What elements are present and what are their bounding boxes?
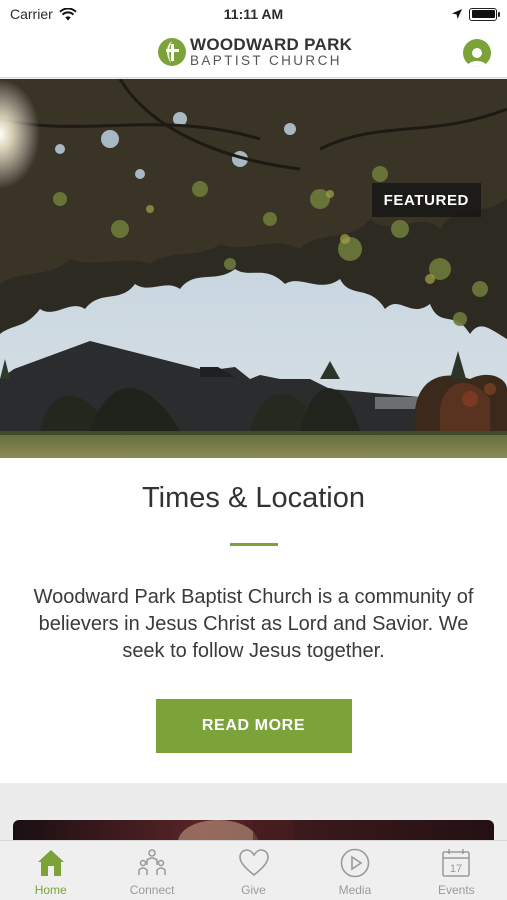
card-title: Times & Location bbox=[142, 482, 365, 514]
tab-events[interactable]: 17 Events bbox=[406, 841, 507, 900]
tab-give[interactable]: Give bbox=[203, 841, 304, 900]
profile-button[interactable] bbox=[463, 39, 491, 67]
tab-home-label: Home bbox=[34, 883, 67, 897]
status-right bbox=[451, 7, 500, 21]
user-icon bbox=[467, 48, 487, 67]
tab-media[interactable]: Media bbox=[304, 841, 405, 900]
play-icon bbox=[340, 848, 370, 878]
logo-subtitle: BAPTIST CHURCH bbox=[190, 53, 342, 68]
battery-level bbox=[471, 10, 495, 18]
app-screen: Carrier 11:11 AM WOODWARD PARK BAPTIST C… bbox=[0, 0, 507, 900]
cross-leaf-logo-icon bbox=[158, 37, 186, 66]
tab-events-label: Events bbox=[437, 883, 475, 897]
card-description: Woodward Park Baptist Church is a commun… bbox=[33, 586, 474, 662]
status-bar: Carrier 11:11 AM bbox=[0, 0, 507, 28]
featured-hero-image[interactable]: FEATURED bbox=[0, 79, 507, 458]
calendar-icon: 17 bbox=[442, 849, 471, 877]
church-logo[interactable]: WOODWARD PARK BAPTIST CHURCH bbox=[157, 36, 352, 68]
wifi-icon bbox=[59, 7, 77, 20]
tab-connect-label: Connect bbox=[129, 883, 175, 897]
tab-home[interactable]: Home bbox=[0, 841, 101, 900]
battery-icon bbox=[469, 7, 500, 21]
read-more-button[interactable]: READ MORE bbox=[155, 699, 352, 753]
bottom-tab-bar: Home Connect Give Media 17 Events bbox=[0, 840, 507, 900]
tab-connect[interactable]: Connect bbox=[101, 841, 202, 900]
carrier-label: Carrier bbox=[10, 6, 53, 22]
church-campus-photo bbox=[0, 79, 507, 458]
people-icon bbox=[138, 849, 166, 875]
home-icon bbox=[37, 850, 64, 876]
tab-give-label: Give bbox=[241, 883, 266, 897]
featured-card: Times & Location Woodward Park Baptist C… bbox=[0, 458, 507, 783]
location-arrow-icon bbox=[452, 9, 462, 19]
calendar-day-number: 17 bbox=[450, 863, 462, 875]
status-left: Carrier bbox=[10, 6, 77, 22]
logo-title: WOODWARD PARK bbox=[190, 35, 353, 54]
logo-text: WOODWARD PARK BAPTIST CHURCH bbox=[190, 36, 352, 68]
tab-media-label: Media bbox=[338, 883, 372, 897]
featured-badge: FEATURED bbox=[371, 183, 481, 217]
heart-icon bbox=[238, 849, 269, 877]
app-header: WOODWARD PARK BAPTIST CHURCH bbox=[0, 28, 507, 78]
title-divider bbox=[229, 543, 278, 546]
